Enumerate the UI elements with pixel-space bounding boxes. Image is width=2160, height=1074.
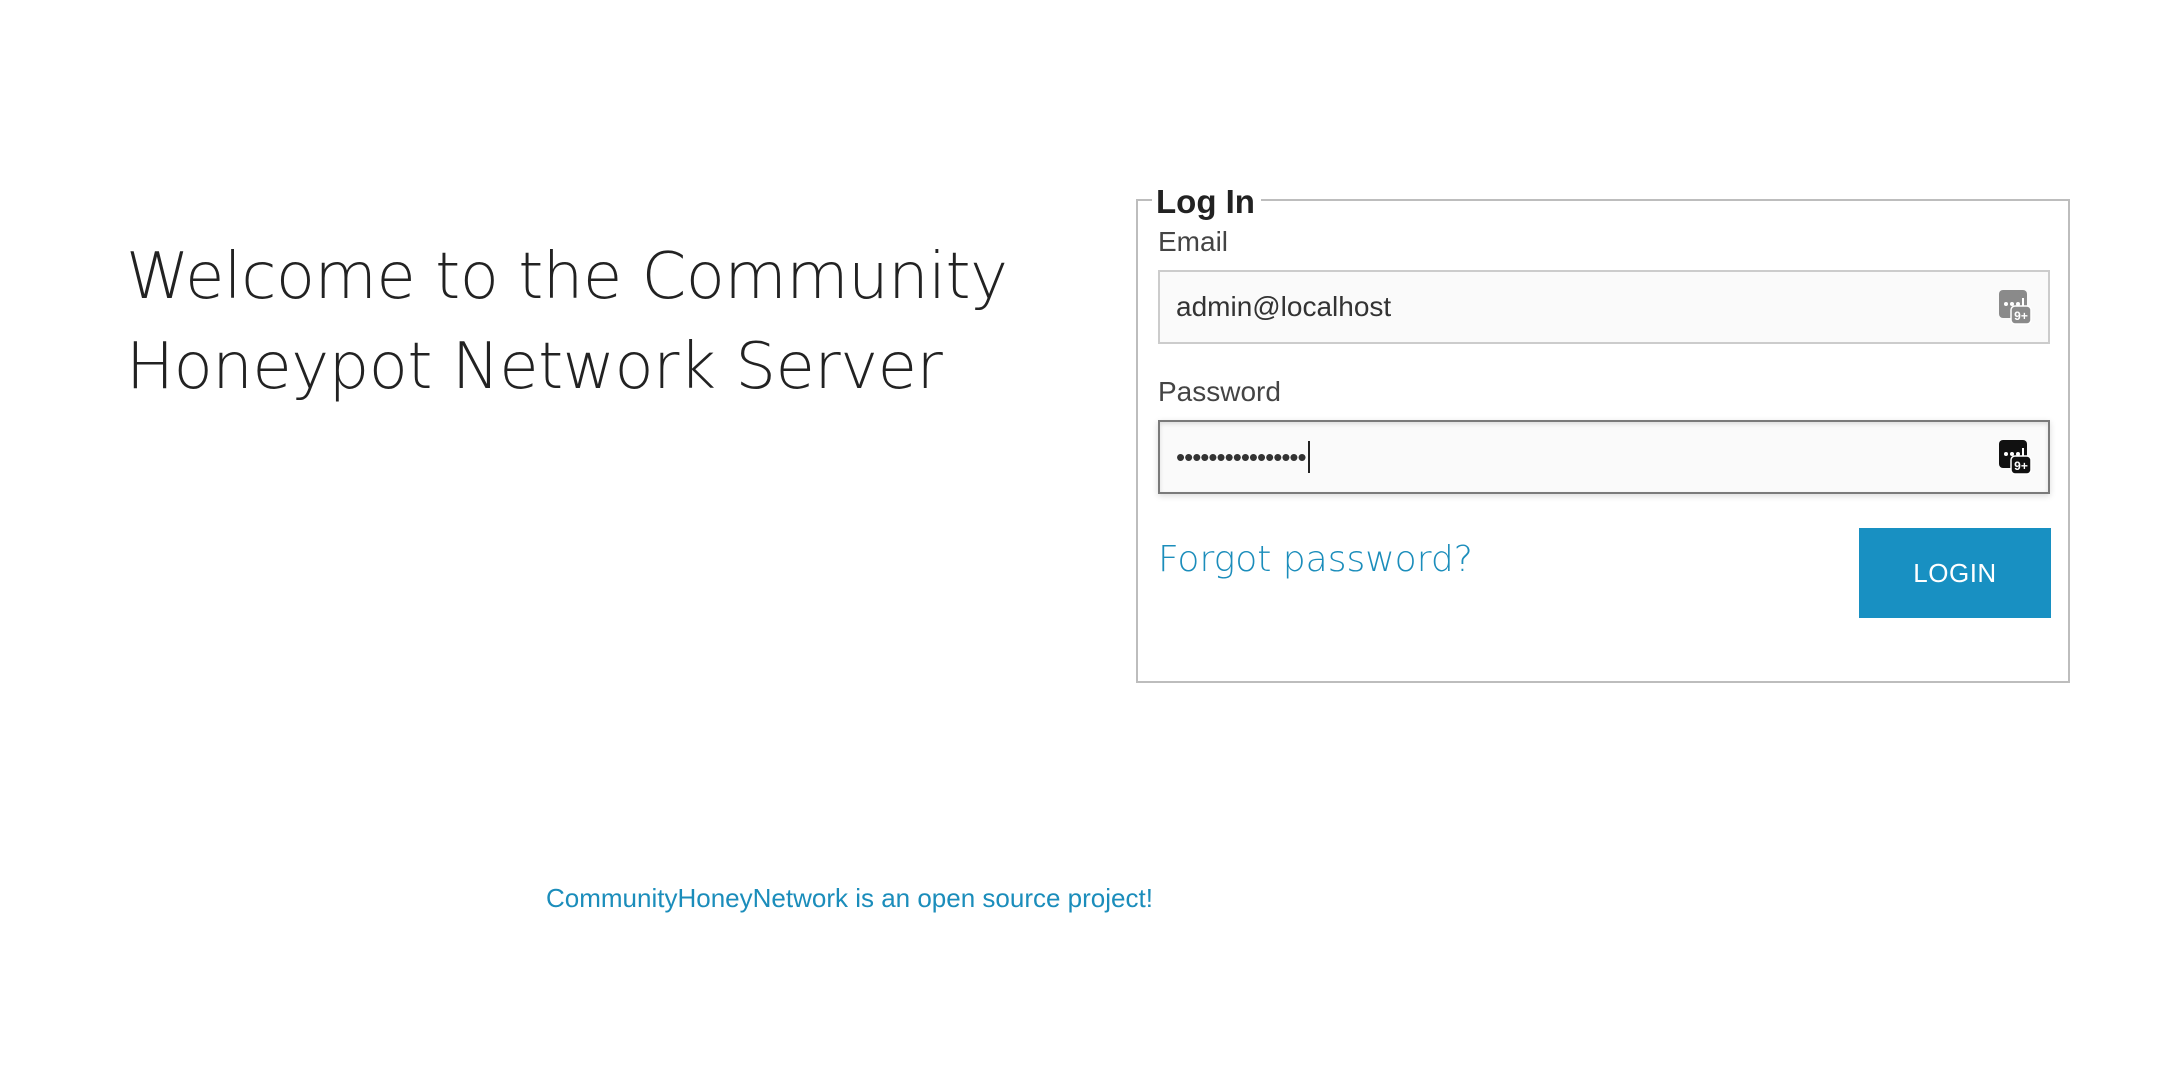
login-button[interactable]: LOGIN: [1859, 528, 2051, 618]
email-label: Email: [1158, 226, 1229, 257]
svg-text:9+: 9+: [2014, 309, 2028, 323]
login-legend: Log In: [1152, 182, 1261, 222]
forgot-password-link[interactable]: Forgot password?: [1158, 536, 1473, 584]
email-value: admin@localhost: [1176, 291, 1392, 322]
svg-text:9+: 9+: [2014, 459, 2028, 473]
password-label: Password: [1158, 376, 1281, 407]
welcome-line-1: Welcome to the Community: [126, 240, 1008, 314]
open-source-project-link[interactable]: CommunityHoneyNetwork is an open source …: [546, 882, 1153, 914]
password-masked-value: ••••••••••••••••: [1176, 441, 1307, 472]
welcome-line-2: Honeypot Network Server: [126, 330, 943, 404]
password-manager-key-icon[interactable]: 9+: [1998, 289, 2032, 325]
password-field[interactable]: •••••••••••••••• 9+: [1158, 420, 2050, 494]
text-caret: [1307, 441, 1310, 473]
email-field[interactable]: admin@localhost 9+: [1158, 270, 2050, 344]
welcome-heading: Welcome to the Community Honeypot Networ…: [126, 232, 1026, 412]
login-page: Welcome to the Community Honeypot Networ…: [0, 0, 2160, 1074]
password-manager-key-icon[interactable]: 9+: [1998, 439, 2032, 475]
